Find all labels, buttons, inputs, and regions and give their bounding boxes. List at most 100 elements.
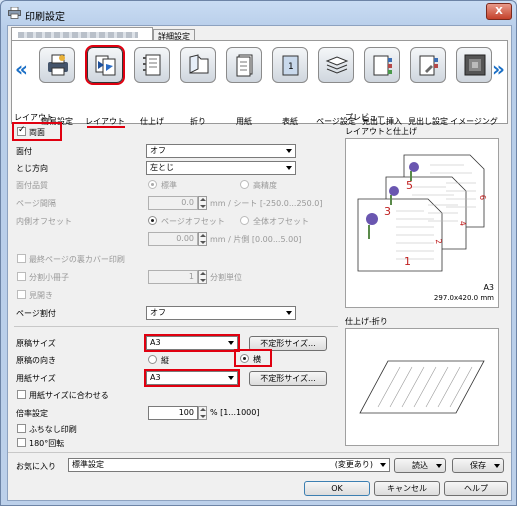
category-finishing-button[interactable] (134, 47, 170, 83)
offset-page-label: ページオフセット (161, 217, 225, 226)
spread-checkbox[interactable] (17, 290, 26, 299)
ok-button[interactable]: OK (304, 481, 370, 496)
portrait-radio[interactable] (148, 355, 157, 364)
rotate180-checkbox[interactable] (17, 438, 26, 447)
borderless-checkbox[interactable] (17, 424, 26, 433)
original-size-value: A3 (150, 338, 161, 347)
category-toolbar: « » 1 簡易設定 レイアウト 仕上げ 折り 用紙 表紙 ページ設定 見出し挿… (11, 40, 508, 128)
page-number-1: 1 (404, 255, 411, 268)
page-split-value: オフ (150, 308, 166, 317)
scale-label: 倍率設定 (16, 409, 48, 418)
chevron-down-icon (494, 464, 500, 468)
category-page-setup-button[interactable] (318, 47, 354, 83)
page-number-5: 5 (406, 179, 413, 192)
scale-spinner[interactable] (198, 406, 207, 420)
custom-size-button-2[interactable]: 不定形サイズ... (249, 371, 327, 386)
category-tab-insert-button[interactable] (364, 47, 400, 83)
category-imaging-button[interactable] (456, 47, 492, 83)
duplex-label: 両面 (29, 128, 45, 137)
quality-high-label: 高精度 (253, 181, 277, 190)
fold-preview-icon (359, 360, 485, 414)
window-title: 印刷設定 (25, 12, 65, 23)
page-spacing-input[interactable]: 0.0 (148, 196, 198, 210)
chevron-down-icon (228, 341, 234, 345)
quality-label: 面付品質 (16, 181, 48, 190)
page-spacing-spinner[interactable] (198, 196, 207, 210)
paper-dimensions: 297.0x420.0 mm (433, 294, 494, 302)
scale-input[interactable]: 100 (148, 406, 198, 420)
rotate180-label: 180°回転 (29, 439, 65, 448)
quality-high-radio[interactable] (240, 180, 249, 189)
page-split-label: ページ割付 (16, 309, 56, 318)
fit-to-paper-checkbox[interactable] (17, 390, 26, 399)
load-button[interactable]: 読込 (394, 458, 446, 473)
offset-all-radio[interactable] (240, 216, 249, 225)
scroll-left-icon[interactable]: « (15, 57, 28, 81)
page-spacing-unit: mm / シート [-250.0...250.0] (210, 199, 323, 208)
offset-spinner[interactable] (198, 232, 207, 246)
quality-standard-radio[interactable] (148, 180, 157, 189)
page-split-select[interactable]: オフ (146, 306, 296, 320)
finish-fold-title: 仕上げ-折り (345, 317, 388, 326)
selected-category-underline (87, 126, 125, 128)
offset-input[interactable]: 0.00 (148, 232, 198, 246)
preview-title: プレビュー (345, 113, 385, 122)
svg-text:1: 1 (288, 62, 294, 72)
save-button-label: 保存 (470, 461, 486, 470)
inner-offset-label: 内側オフセット (16, 217, 72, 226)
help-button[interactable]: ヘルプ (444, 481, 508, 496)
save-button[interactable]: 保存 (452, 458, 504, 473)
binding-select-value: オフ (150, 146, 166, 155)
fold-icon (189, 54, 209, 74)
split-spinner[interactable] (198, 270, 207, 284)
binding-direction-value: 左とじ (150, 163, 174, 172)
footer-separator (8, 452, 511, 453)
finishing-icon (143, 54, 161, 76)
split-unit: 分割単位 (210, 273, 242, 282)
duplex-checkbox[interactable] (17, 125, 26, 136)
category-cover-button[interactable]: 1 (272, 47, 308, 83)
offset-all-label: 全体オフセット (253, 217, 309, 226)
split-input[interactable]: 1 (148, 270, 198, 284)
category-layout-button[interactable] (85, 45, 125, 85)
booklet-preview-icon (357, 154, 485, 272)
last-page-cover-checkbox[interactable] (17, 254, 26, 263)
page-setup-icon (325, 56, 349, 74)
scroll-right-icon[interactable]: » (492, 57, 505, 81)
finish-preview-panel (345, 328, 499, 446)
paper-size-value: A3 (150, 373, 161, 382)
binding-label: 面付 (16, 147, 32, 156)
favorites-select[interactable]: 標準設定 (変更あり) (68, 458, 390, 472)
favorites-label: お気に入り (16, 462, 56, 471)
separator (14, 326, 338, 327)
portrait-label: 縦 (161, 356, 169, 365)
quality-standard-label: 標準 (161, 181, 177, 190)
blurred-tab-label (18, 32, 138, 38)
printer-icon (8, 6, 21, 19)
category-basic-button[interactable] (39, 47, 75, 83)
favorites-value: 標準設定 (72, 460, 104, 469)
paper-size-select[interactable]: A3 (144, 369, 240, 387)
category-imaging-label: イメージング (450, 117, 498, 126)
landscape-radio[interactable] (240, 354, 249, 363)
borderless-label: ふちなし印刷 (29, 425, 77, 434)
close-button[interactable]: X (486, 3, 512, 20)
category-paper-button[interactable] (226, 47, 262, 83)
offset-page-radio[interactable] (148, 216, 157, 225)
custom-size-button[interactable]: 不定形サイズ... (249, 336, 327, 351)
chevron-down-icon (380, 463, 386, 467)
scale-unit: % [1...1000] (210, 408, 260, 417)
load-button-label: 読込 (412, 461, 428, 470)
cancel-button[interactable]: キャンセル (374, 481, 440, 496)
binding-select[interactable]: オフ (146, 144, 296, 158)
original-size-label: 原稿サイズ (16, 339, 56, 348)
original-size-select[interactable]: A3 (144, 334, 240, 352)
category-tab-settings-button[interactable] (410, 47, 446, 83)
chevron-down-icon (436, 464, 442, 468)
split-booklet-checkbox[interactable] (17, 272, 26, 281)
binding-direction-select[interactable]: 左とじ (146, 161, 296, 175)
chevron-down-icon (286, 311, 292, 315)
tab-basic[interactable] (11, 27, 153, 41)
category-fold-button[interactable] (180, 47, 216, 83)
favorites-changed: (変更あり) (334, 460, 373, 469)
